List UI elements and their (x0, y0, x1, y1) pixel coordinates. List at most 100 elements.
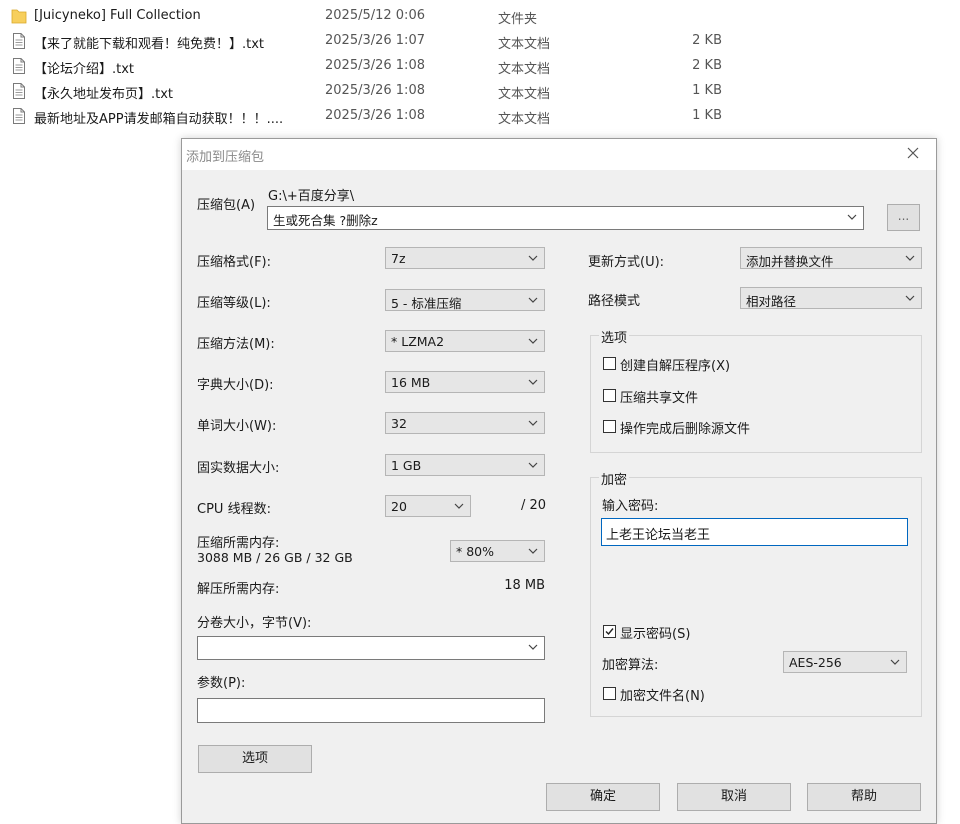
method-value: * LZMA2 (391, 334, 445, 349)
shared-files-checkbox-label: 压缩共享文件 (620, 391, 699, 406)
password-value: 上老王论坛当老王 (606, 528, 711, 543)
checkbox-box (603, 389, 616, 402)
format-select[interactable]: 7z (385, 247, 545, 269)
chevron-down-icon (904, 252, 916, 264)
file-date: 2025/3/26 1:08 (325, 83, 425, 98)
params-label: 参数(P): (197, 676, 246, 691)
memory-compress-label: 压缩所需内存: (197, 536, 280, 551)
file-date: 2025/3/26 1:08 (325, 58, 425, 73)
cancel-button[interactable]: 取消 (677, 783, 791, 811)
level-label: 压缩等级(L): (197, 296, 271, 311)
volume-label: 分卷大小，字节(V): (197, 616, 312, 631)
file-row[interactable]: 【论坛介绍】.txt 2025/3/26 1:08 文本文档 2 KB (0, 54, 960, 79)
path-mode-select[interactable]: 相对路径 (740, 287, 922, 309)
file-size: 1 KB (692, 83, 722, 98)
file-date: 2025/3/26 1:07 (325, 33, 425, 48)
file-size: 2 KB (692, 58, 722, 73)
close-icon[interactable] (904, 144, 922, 162)
chevron-down-icon (527, 641, 539, 653)
dict-select[interactable]: 16 MB (385, 371, 545, 393)
chevron-down-icon (527, 376, 539, 388)
chevron-down-icon (453, 500, 465, 512)
options-group-title: 选项 (599, 327, 630, 346)
checkbox-box (603, 625, 616, 638)
text-file-icon (11, 107, 27, 125)
file-size: 1 KB (692, 108, 722, 123)
encrypt-names-label: 加密文件名(N) (620, 689, 705, 704)
checkbox-box (603, 687, 616, 700)
dict-label: 字典大小(D): (197, 378, 274, 393)
options-button[interactable]: 选项 (198, 745, 312, 773)
file-row[interactable]: 【来了就能下载和观看！纯免费！】.txt 2025/3/26 1:07 文本文档 2 … (0, 29, 960, 54)
text-file-icon (11, 57, 27, 75)
checkbox-box (603, 420, 616, 433)
update-label: 更新方式(U): (588, 255, 665, 270)
file-type: 文件夹 (498, 12, 538, 27)
encryption-group-title: 加密 (599, 469, 630, 488)
checkbox-box (603, 357, 616, 370)
volume-combo[interactable] (197, 636, 545, 660)
threads-select[interactable]: 20 (385, 495, 471, 517)
memory-decompress-label: 解压所需内存: (197, 582, 280, 597)
memory-usage-value: * 80% (456, 544, 495, 559)
password-input[interactable]: 上老王论坛当老王 (601, 518, 908, 546)
solid-label: 固实数据大小: (197, 461, 280, 476)
archive-path: G:\+百度分享\ (268, 189, 355, 204)
format-value: 7z (391, 251, 406, 266)
text-file-icon (11, 82, 27, 100)
ok-button[interactable]: 确定 (546, 783, 660, 811)
file-type: 文本文档 (498, 87, 551, 102)
update-select[interactable]: 添加并替换文件 (740, 247, 922, 269)
level-select[interactable]: 5 - 标准压缩 (385, 289, 545, 311)
memory-decompress-value: 18 MB (504, 578, 545, 593)
file-type: 文本文档 (498, 37, 551, 52)
encryption-method-label: 加密算法: (602, 658, 659, 673)
chevron-down-icon (527, 545, 539, 557)
file-type: 文本文档 (498, 112, 551, 127)
format-label: 压缩格式(F): (197, 255, 272, 270)
file-name: 【来了就能下载和观看！纯免费！】.txt (34, 37, 265, 52)
update-value: 添加并替换文件 (746, 254, 834, 269)
memory-usage-select[interactable]: * 80% (450, 540, 545, 562)
archive-name-combo[interactable]: 生或死合集 ?删除z (267, 206, 864, 230)
text-file-icon (11, 32, 27, 50)
level-value: 5 - 标准压缩 (391, 296, 462, 311)
chevron-down-icon (527, 417, 539, 429)
file-date: 2025/5/12 0:06 (325, 8, 425, 23)
chevron-down-icon (527, 294, 539, 306)
file-row[interactable]: 【永久地址发布页】.txt 2025/3/26 1:08 文本文档 1 KB (0, 79, 960, 104)
word-select[interactable]: 32 (385, 412, 545, 434)
method-select[interactable]: * LZMA2 (385, 330, 545, 352)
folder-icon (11, 7, 27, 25)
memory-compress-detail: 3088 MB / 26 GB / 32 GB (197, 550, 353, 565)
method-label: 压缩方法(M): (197, 337, 275, 352)
word-value: 32 (391, 416, 407, 431)
file-row[interactable]: 最新地址及APP请发邮箱自动获取！！！.... 2025/3/26 1:08 文本文… (0, 104, 960, 129)
threads-label: CPU 线程数: (197, 502, 271, 517)
file-type: 文本文档 (498, 62, 551, 77)
file-name: 最新地址及APP请发邮箱自动获取！！！.... (34, 112, 284, 127)
word-label: 单词大小(W): (197, 419, 277, 434)
browse-button[interactable]: ... (887, 204, 920, 231)
file-name: 【永久地址发布页】.txt (34, 87, 174, 102)
encryption-method-select[interactable]: AES-256 (783, 651, 907, 673)
solid-value: 1 GB (391, 458, 422, 473)
path-mode-label: 路径模式 (588, 294, 641, 309)
sfx-checkbox-label: 创建自解压程序(X) (620, 359, 731, 374)
help-button[interactable]: 帮助 (807, 783, 921, 811)
delete-after-checkbox-label: 操作完成后删除源文件 (620, 422, 751, 437)
dict-value: 16 MB (391, 375, 431, 390)
dialog-titlebar[interactable]: 添加到压缩包 (182, 139, 936, 170)
file-date: 2025/3/26 1:08 (325, 108, 425, 123)
file-row[interactable]: [Juicyneko] Full Collection 2025/5/12 0:0… (0, 4, 960, 29)
file-name: [Juicyneko] Full Collection (34, 8, 201, 23)
password-label: 输入密码: (602, 499, 659, 514)
threads-max: / 20 (521, 498, 547, 513)
encryption-method-value: AES-256 (789, 655, 842, 670)
chevron-down-icon (889, 656, 901, 668)
file-size: 2 KB (692, 33, 722, 48)
dialog-title: 添加到压缩包 (186, 150, 265, 165)
solid-select[interactable]: 1 GB (385, 454, 545, 476)
add-to-archive-dialog: 添加到压缩包 压缩包(A) G:\+百度分享\ 生或死合集 ?删除z ... 压… (181, 138, 937, 824)
params-input[interactable] (197, 698, 545, 723)
